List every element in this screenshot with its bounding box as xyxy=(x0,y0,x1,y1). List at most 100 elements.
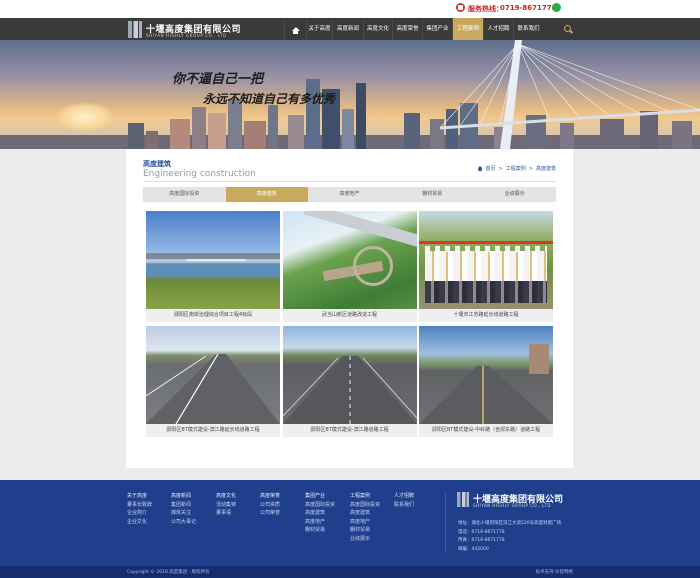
project-photo[interactable] xyxy=(282,326,417,424)
footer-divider xyxy=(445,492,446,552)
nav-items: 关于高度 高度新闻 高度文化 高度荣誉 集团产业 工程案例 人才招聘 联系我们 xyxy=(284,18,543,40)
project-caption[interactable]: 十堰市江苏路延长线道路工程 xyxy=(419,309,553,322)
footer-heading[interactable]: 工程案例 xyxy=(350,492,380,501)
project-caption[interactable]: 武当山新区道路改造工程 xyxy=(283,309,417,322)
company-name-en: SHIYAN HIGHLY GROUP CO., LTD xyxy=(146,33,227,38)
project-card[interactable]: 郧阳区BT模式建设-滨江路道路工程 xyxy=(282,326,417,437)
footer-company-en: SHIYAN HIGHLY GROUP CO., LTD xyxy=(473,503,551,508)
footer-link[interactable]: 棚材贸易 xyxy=(305,526,335,535)
footer-col-news: 高度新闻 集团新闻 媒体关注 公司大事记 xyxy=(171,492,196,526)
footer-link[interactable]: 活动集锦 xyxy=(216,501,236,510)
phone-icon xyxy=(456,3,465,12)
footer-heading[interactable]: 高度新闻 xyxy=(171,492,196,501)
footer-col-cases: 工程案例 高度国际投资 高度建筑 高度地产 棚材贸易 业绩展示 xyxy=(350,492,380,543)
footer-logo xyxy=(457,492,469,507)
footer-link[interactable]: 联系我们 xyxy=(394,501,414,510)
footer-link[interactable]: 公司大事记 xyxy=(171,518,196,527)
wechat-icon[interactable] xyxy=(552,3,561,12)
footer-fax: 传真：0719-8671778 xyxy=(458,538,505,543)
footer-postcode: 邮编：442000 xyxy=(458,546,489,552)
breadcrumb-current[interactable]: 高度建筑 xyxy=(536,165,556,172)
copyright-text: Copyright © 2018 高度集团 · 版权所有 xyxy=(127,570,210,575)
footer-link[interactable]: 业绩展示 xyxy=(350,535,380,544)
project-grid: 郧阳区南岸治理综合项目工程4标段 武当山新区道路改造工程 十堰市江苏路延长线道路… xyxy=(146,211,553,437)
footer-col-recruit: 人才招聘 联系我们 xyxy=(394,492,414,509)
project-photo[interactable] xyxy=(419,211,553,309)
nav-culture[interactable]: 高度文化 xyxy=(363,18,392,40)
footer-link[interactable]: 棚材贸易 xyxy=(350,526,380,535)
tab-international[interactable]: 高度国际投资 xyxy=(143,187,226,202)
project-caption[interactable]: 郧阳区南岸治理综合项目工程4标段 xyxy=(146,309,280,322)
footer-phone: 电话：0719-8671778 xyxy=(458,529,505,535)
project-card[interactable]: 郧阳区BT模式建设-中岭路（含郧东路）道路工程 xyxy=(419,326,553,437)
nav-contact[interactable]: 联系我们 xyxy=(513,18,543,40)
breadcrumb-separator: > xyxy=(498,165,503,172)
footer-link[interactable]: 高度建筑 xyxy=(350,509,380,518)
footer-col-honor: 高度荣誉 公司资质 公司荣誉 xyxy=(260,492,280,518)
tech-support-link[interactable]: 技术支持:众智网络 xyxy=(535,569,573,575)
company-logo[interactable] xyxy=(128,21,142,38)
project-card[interactable]: 郧阳区南岸治理综合项目工程4标段 xyxy=(146,211,280,322)
search-icon[interactable] xyxy=(564,25,571,32)
nav-about[interactable]: 关于高度 xyxy=(306,18,332,40)
footer-link[interactable]: 集团新闻 xyxy=(171,501,196,510)
hotline-label: 服务热线： xyxy=(468,5,503,13)
footer-heading[interactable]: 集团产业 xyxy=(305,492,335,501)
footer-link[interactable]: 高度地产 xyxy=(305,518,335,527)
hotline-number: 0719-8671778 xyxy=(500,4,557,12)
breadcrumb-home[interactable]: 首页 xyxy=(486,165,496,172)
project-photo[interactable] xyxy=(146,211,280,309)
footer-col-culture: 高度文化 活动集锦 董事语 xyxy=(216,492,236,518)
footer-address: 地址：湖北十堰郧阳区滨江大道520号高度财富广场 xyxy=(458,521,562,526)
footer-col-industry: 集团产业 高度国际投资 高度建筑 高度地产 棚材贸易 xyxy=(305,492,335,535)
footer-heading[interactable]: 关于高度 xyxy=(127,492,152,501)
tab-trade[interactable]: 棚材贸易 xyxy=(391,187,474,202)
footer-link[interactable]: 媒体关注 xyxy=(171,509,196,518)
footer-col-about: 关于高度 董事长致辞 企业简介 企业文化 xyxy=(127,492,152,526)
project-caption[interactable]: 郧阳区BT模式建设-滨江路延长线道路工程 xyxy=(146,424,280,437)
breadcrumb-cases[interactable]: 工程案例 xyxy=(506,165,526,172)
content-panel: 高度建筑 Engineering construction 首页 > 工程案例 … xyxy=(126,149,573,468)
copyright-bar xyxy=(0,566,700,578)
footer-heading[interactable]: 高度荣誉 xyxy=(260,492,280,501)
project-card[interactable]: 郧阳区BT模式建设-滨江路延长线道路工程 xyxy=(146,326,280,437)
footer-link[interactable]: 高度国际投资 xyxy=(305,501,335,510)
footer-heading[interactable]: 高度文化 xyxy=(216,492,236,501)
nav-cases[interactable]: 工程案例 xyxy=(452,18,483,40)
footer-link[interactable]: 高度国际投资 xyxy=(350,501,380,510)
breadcrumb-home-icon[interactable] xyxy=(477,166,483,171)
breadcrumb: 首页 > 工程案例 > 高度建筑 xyxy=(477,165,556,172)
project-caption[interactable]: 郧阳区BT模式建设-中岭路（含郧东路）道路工程 xyxy=(419,424,553,437)
footer-link[interactable]: 高度建筑 xyxy=(305,509,335,518)
tab-construction[interactable]: 高度建筑 xyxy=(225,187,309,202)
category-tabs: 高度国际投资 高度建筑 高度地产 棚材贸易 业绩展示 xyxy=(143,187,556,202)
footer-link[interactable]: 公司资质 xyxy=(260,501,280,510)
hero-banner: 你不逼自己一把 永远不知道自己有多优秀 xyxy=(0,40,700,149)
footer-link[interactable]: 企业文化 xyxy=(127,518,152,527)
footer-link[interactable]: 董事语 xyxy=(216,509,236,518)
nav-news[interactable]: 高度新闻 xyxy=(332,18,363,40)
footer-link[interactable]: 董事长致辞 xyxy=(127,501,152,510)
project-card[interactable]: 十堰市江苏路延长线道路工程 xyxy=(419,211,553,322)
project-photo[interactable] xyxy=(419,326,553,424)
project-photo[interactable] xyxy=(282,211,417,309)
nav-industry[interactable]: 集团产业 xyxy=(422,18,452,40)
nav-honor[interactable]: 高度荣誉 xyxy=(392,18,422,40)
tab-realestate[interactable]: 高度地产 xyxy=(308,187,391,202)
project-card[interactable]: 武当山新区道路改造工程 xyxy=(282,211,417,322)
footer-contact-info: 地址：湖北十堰郧阳区滨江大道520号高度财富广场 电话：0719-8671778… xyxy=(458,520,561,554)
tab-performance[interactable]: 业绩展示 xyxy=(473,187,556,202)
nav-recruit[interactable]: 人才招聘 xyxy=(483,18,513,40)
footer-heading[interactable]: 人才招聘 xyxy=(394,492,414,501)
banner-slogan-1: 你不逼自己一把 xyxy=(172,72,264,87)
banner-slogan-2: 永远不知道自己有多优秀 xyxy=(203,92,336,106)
project-photo[interactable] xyxy=(146,326,280,424)
section-divider xyxy=(143,181,556,182)
section-subtitle: Engineering construction xyxy=(143,169,256,179)
project-caption[interactable]: 郧阳区BT模式建设-滨江路道路工程 xyxy=(283,424,417,437)
footer-link[interactable]: 企业简介 xyxy=(127,509,152,518)
home-icon[interactable] xyxy=(284,18,306,40)
footer-link[interactable]: 公司荣誉 xyxy=(260,509,280,518)
top-bar xyxy=(0,0,700,18)
footer-link[interactable]: 高度地产 xyxy=(350,518,380,527)
